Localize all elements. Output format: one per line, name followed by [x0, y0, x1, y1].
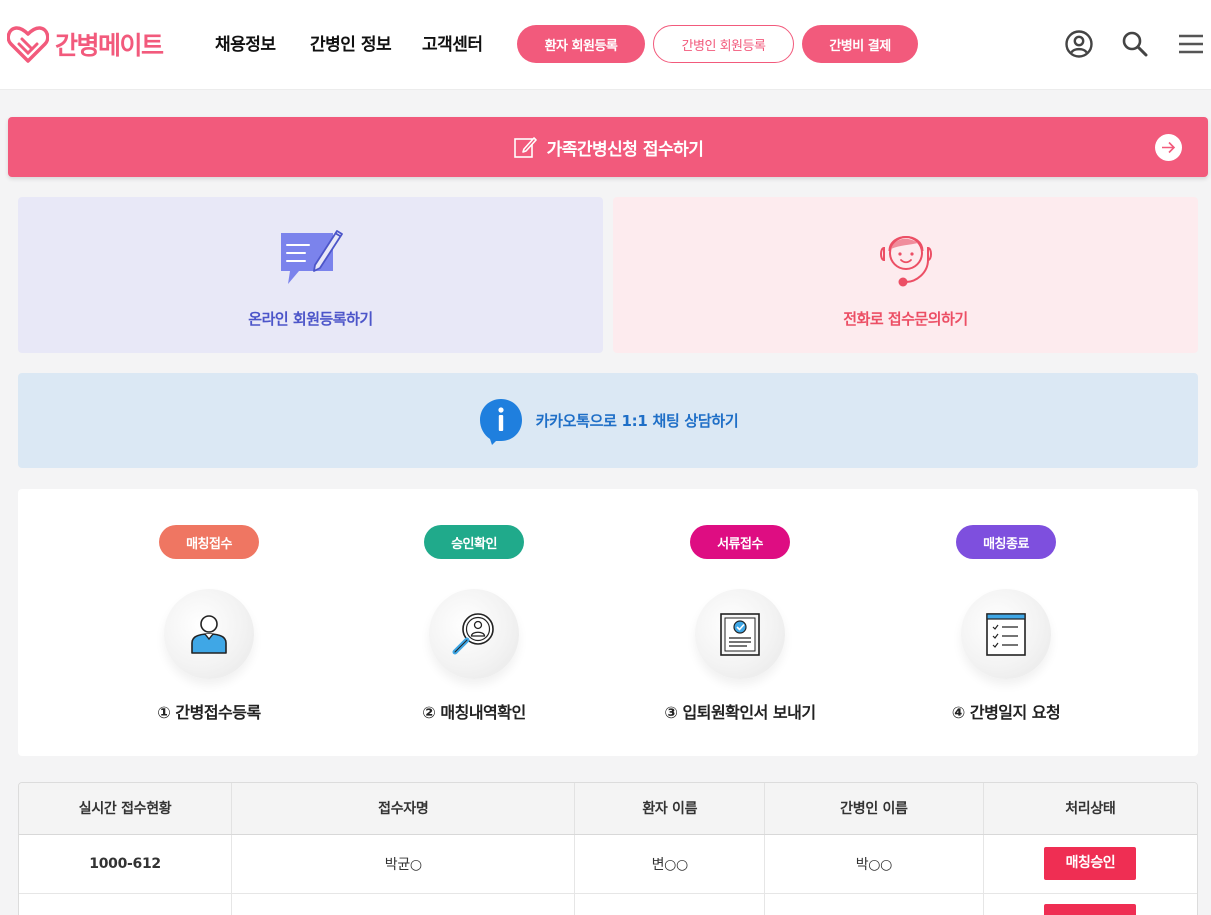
column-header: 접수자명 — [231, 783, 576, 835]
phone-inquiry-label: 전화로 접수문의하기 — [843, 310, 968, 328]
step-badge: 서류접수 — [690, 525, 790, 559]
nav-link-jobs[interactable]: 채용정보 — [215, 30, 276, 55]
person-icon — [164, 589, 254, 679]
kakao-chat-card[interactable]: 카카오톡으로 1:1 채팅 상담하기 — [18, 373, 1198, 468]
step-4: 매칭종료 ④ 간병일지 요청 — [886, 489, 1126, 756]
search-icon[interactable] — [1118, 27, 1152, 61]
table-header-row: 실시간 접수현황 접수자명 환자 이름 간병인 이름 처리상태 — [19, 783, 1197, 835]
status-badge[interactable]: 매칭승인 — [1044, 847, 1137, 880]
column-header: 간병인 이름 — [764, 783, 984, 835]
site-header: 간병메이트 채용정보 간병인 정보 고객센터 환자 회원등록 간병인 회원등록 … — [0, 0, 1211, 90]
apply-banner-label: 가족간병신청 접수하기 — [546, 139, 704, 160]
info-bubble-icon — [479, 398, 522, 445]
step-label: ② 매칭내역확인 — [422, 703, 526, 722]
step-badge: 매칭접수 — [159, 525, 259, 559]
applicant-name: 박균○ — [231, 834, 576, 894]
receipt-code — [19, 893, 233, 915]
realtime-status-table: 실시간 접수현황 접수자명 환자 이름 간병인 이름 처리상태 1000-612… — [18, 782, 1198, 915]
step-badge: 승인확인 — [424, 525, 524, 559]
step-3: 서류접수 ③ 입퇴원확인서 보내기 — [620, 489, 860, 756]
arrow-right-icon — [1155, 134, 1182, 161]
status-badge[interactable] — [1044, 904, 1137, 915]
magnifier-person-icon — [429, 589, 519, 679]
column-header: 처리상태 — [983, 783, 1197, 835]
nav-link-caregiver-info[interactable]: 간병인 정보 — [310, 30, 392, 55]
nav-link-customer-center[interactable]: 고객센터 — [422, 30, 483, 55]
caregiver-name — [764, 893, 984, 915]
step-2: 승인확인 ② 매칭내역확인 — [354, 489, 594, 756]
kakao-chat-label: 카카오톡으로 1:1 채팅 상담하기 — [535, 412, 739, 430]
column-header: 실시간 접수현황 — [19, 783, 233, 835]
table-row: 1000-612 박균○ 변○○ 박○○ 매칭승인 — [19, 834, 1197, 894]
brand-logo[interactable]: 간병메이트 — [7, 24, 164, 64]
applicant-name — [231, 893, 576, 915]
process-steps: 매칭접수 ① 간병접수등록 승인확인 ② 매칭내역확인 서류접수 ③ 입퇴원확인… — [18, 489, 1198, 756]
status-cell: 매칭승인 — [983, 834, 1197, 894]
column-header: 환자 이름 — [574, 783, 766, 835]
step-1: 매칭접수 ① 간병접수등록 — [89, 489, 329, 756]
patient-name — [574, 893, 766, 915]
step-label: ④ 간병일지 요청 — [951, 703, 1061, 722]
online-register-card[interactable]: 온라인 회원등록하기 — [18, 197, 603, 353]
step-label: ③ 입퇴원확인서 보내기 — [664, 703, 816, 722]
patient-name: 변○○ — [574, 834, 766, 894]
document-check-icon — [695, 589, 785, 679]
brand-name: 간병메이트 — [55, 31, 164, 60]
headset-agent-icon — [879, 236, 932, 287]
step-label: ① 간병접수등록 — [157, 703, 261, 722]
status-cell — [983, 893, 1197, 915]
patient-register-button[interactable]: 환자 회원등록 — [517, 25, 645, 63]
chat-pencil-icon — [280, 230, 343, 284]
table-row — [19, 893, 1197, 915]
menu-icon[interactable] — [1174, 27, 1208, 61]
edit-icon — [513, 137, 537, 158]
caregiver-name: 박○○ — [764, 834, 984, 894]
family-care-apply-banner[interactable]: 가족간병신청 접수하기 — [8, 117, 1208, 177]
user-circle-icon[interactable] — [1062, 27, 1096, 61]
checklist-icon — [961, 589, 1051, 679]
heart-hands-logo-icon — [7, 26, 49, 63]
step-badge: 매칭종료 — [956, 525, 1056, 559]
fee-payment-button[interactable]: 간병비 결제 — [802, 25, 918, 63]
receipt-code: 1000-612 — [19, 834, 233, 894]
online-register-label: 온라인 회원등록하기 — [248, 310, 373, 328]
caregiver-register-button[interactable]: 간병인 회원등록 — [653, 25, 794, 63]
phone-inquiry-card[interactable]: 전화로 접수문의하기 — [613, 197, 1198, 353]
